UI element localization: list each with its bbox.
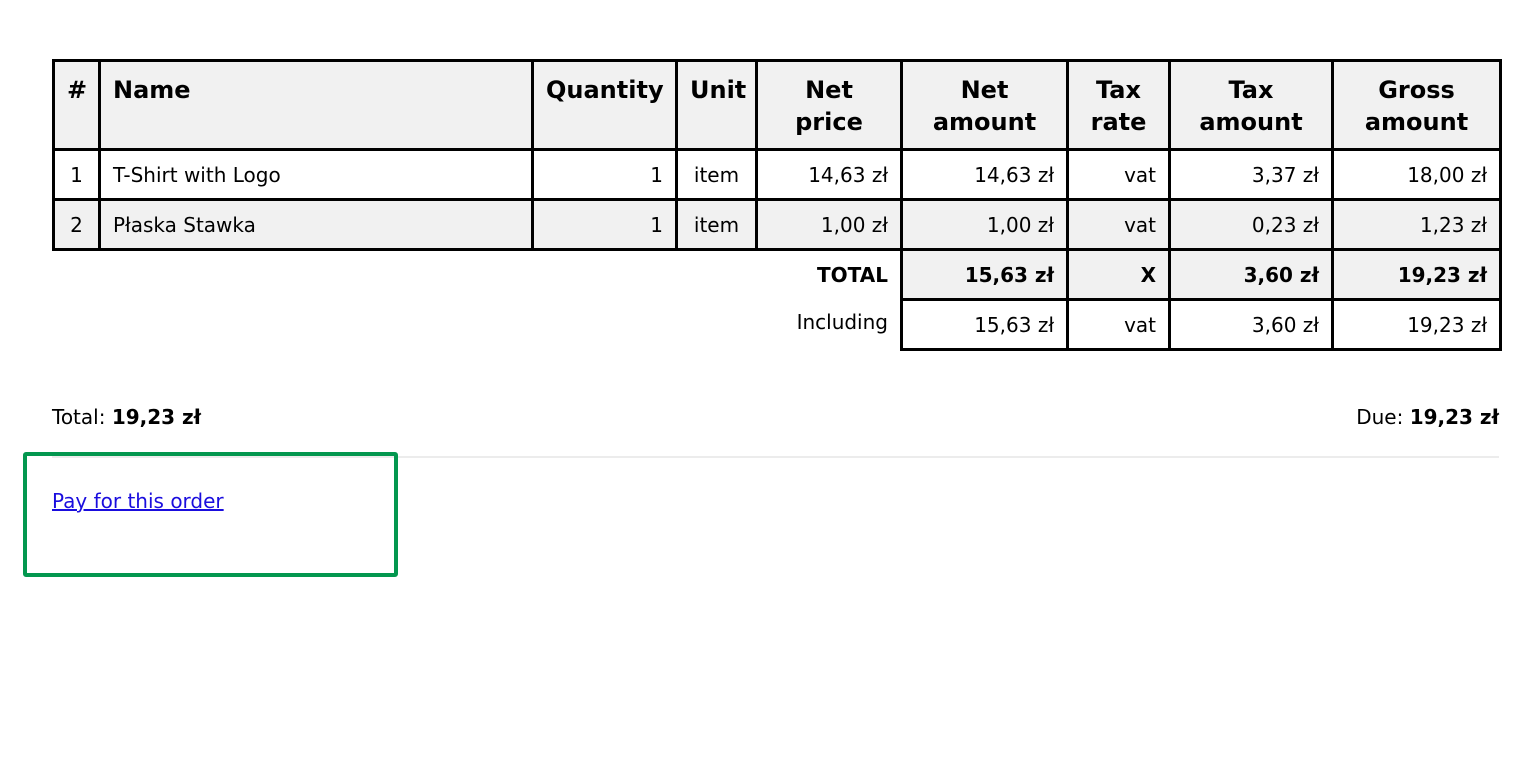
highlight-box (23, 452, 398, 577)
header-net-price: Net price (755, 59, 903, 151)
cell-quantity: 1 (531, 198, 678, 251)
total-tax: 3,60 zł (1168, 248, 1334, 301)
cell-net-amount: 14,63 zł (900, 148, 1069, 201)
pay-for-order-link[interactable]: Pay for this order (52, 489, 224, 513)
due-summary-label: Due: (1356, 405, 1404, 429)
header-unit: Unit (675, 59, 758, 151)
cell-gross-amount: 18,00 zł (1331, 148, 1502, 201)
total-gross: 19,23 zł (1331, 248, 1502, 301)
including-gross: 19,23 zł (1331, 298, 1502, 351)
invoice-items-table: # Name Quantity Unit Net price Net amoun… (52, 59, 1502, 351)
cell-net-price: 1,00 zł (755, 198, 903, 251)
header-tax-amount: Tax amount (1168, 59, 1334, 151)
total-rate: X (1066, 248, 1171, 301)
table-header-row: # Name Quantity Unit Net price Net amoun… (52, 59, 1502, 151)
including-tax: 3,60 zł (1168, 298, 1334, 351)
cell-number: 2 (52, 198, 101, 251)
cell-quantity: 1 (531, 148, 678, 201)
cell-tax-rate: vat (1066, 148, 1171, 201)
cell-name: Płaska Stawka (98, 198, 534, 251)
header-name: Name (98, 59, 534, 151)
including-rate: vat (1066, 298, 1171, 351)
header-tax-rate: Tax rate (1066, 59, 1171, 151)
header-net-amount: Net amount (900, 59, 1069, 151)
cell-tax-amount: 3,37 zł (1168, 148, 1334, 201)
total-net: 15,63 zł (900, 248, 1069, 301)
total-summary-label: Total: (52, 405, 106, 429)
cell-number: 1 (52, 148, 101, 201)
due-summary: Due: 19,23 zł (1356, 405, 1499, 429)
table-row: 1 T-Shirt with Logo 1 item 14,63 zł 14,6… (52, 148, 1502, 201)
due-summary-value: 19,23 zł (1409, 405, 1499, 429)
cell-gross-amount: 1,23 zł (1331, 198, 1502, 251)
cell-net-amount: 1,00 zł (900, 198, 1069, 251)
cell-tax-rate: vat (1066, 198, 1171, 251)
total-summary: Total: 19,23 zł (52, 405, 201, 429)
including-label: Including (53, 299, 902, 350)
header-gross-amount: Gross amount (1331, 59, 1502, 151)
including-row: Including 15,63 zł vat 3,60 zł 19,23 zł (53, 298, 1502, 351)
cell-net-price: 14,63 zł (755, 148, 903, 201)
total-summary-value: 19,23 zł (111, 405, 202, 429)
header-quantity: Quantity (531, 59, 678, 151)
including-net: 15,63 zł (900, 298, 1069, 351)
table-row: 2 Płaska Stawka 1 item 1,00 zł 1,00 zł v… (52, 198, 1502, 251)
total-row: TOTAL 15,63 zł X 3,60 zł 19,23 zł (53, 248, 1502, 301)
cell-tax-amount: 0,23 zł (1168, 198, 1334, 251)
cell-unit: item (675, 148, 758, 201)
header-number: # (52, 59, 101, 151)
cell-name: T-Shirt with Logo (98, 148, 534, 201)
total-label: TOTAL (53, 249, 902, 300)
cell-unit: item (675, 198, 758, 251)
